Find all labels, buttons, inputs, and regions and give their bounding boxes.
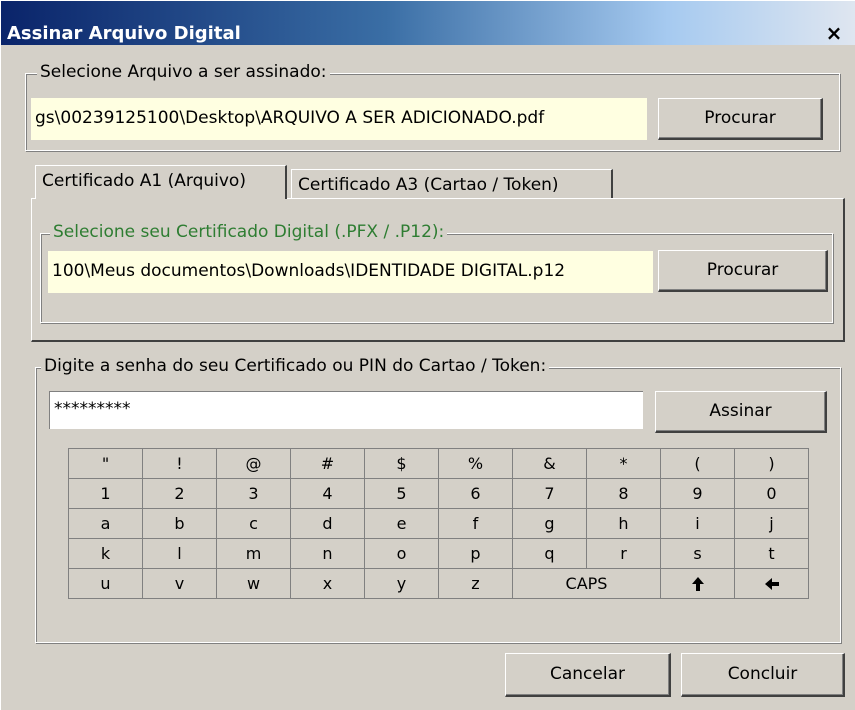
key-k[interactable]: k	[69, 539, 143, 569]
key-f[interactable]: f	[439, 509, 513, 539]
tab-certificado-a1[interactable]: Certificado A1 (Arquivo)	[35, 165, 287, 199]
key-d[interactable]: d	[291, 509, 365, 539]
key-2[interactable]: 2	[143, 479, 217, 509]
virtual-keyboard: " ! @ # $ % & * ( ) 1 2 3 4 5 6 7 8 9 0 …	[68, 448, 809, 599]
tab-certificado-a3[interactable]: Certificado A3 (Cartao / Token)	[291, 169, 613, 199]
key-8[interactable]: 8	[587, 479, 661, 509]
key-l[interactable]: l	[143, 539, 217, 569]
key-x[interactable]: x	[291, 569, 365, 599]
key-j[interactable]: j	[735, 509, 809, 539]
key-z[interactable]: z	[439, 569, 513, 599]
key-w[interactable]: w	[217, 569, 291, 599]
key-open-paren[interactable]: (	[661, 449, 735, 479]
key-n[interactable]: n	[291, 539, 365, 569]
key-e[interactable]: e	[365, 509, 439, 539]
key-backspace-arrow-icon[interactable]	[735, 569, 809, 599]
key-b[interactable]: b	[143, 509, 217, 539]
key-dollar[interactable]: $	[365, 449, 439, 479]
cert-path-field[interactable]: 100\Meus documentos\Downloads\IDENTIDADE…	[48, 251, 653, 293]
key-p[interactable]: p	[439, 539, 513, 569]
key-percent[interactable]: %	[439, 449, 513, 479]
key-a[interactable]: a	[69, 509, 143, 539]
file-browse-button[interactable]: Procurar	[658, 98, 823, 140]
window-title: Assinar Arquivo Digital	[7, 23, 241, 44]
key-q[interactable]: q	[513, 539, 587, 569]
title-bar[interactable]: Assinar Arquivo Digital ×	[1, 1, 855, 45]
file-group-legend: Selecione Arquivo a ser assinado:	[37, 62, 330, 82]
key-3[interactable]: 3	[217, 479, 291, 509]
key-m[interactable]: m	[217, 539, 291, 569]
dialog-window: Assinar Arquivo Digital × Selecione Arqu…	[0, 0, 855, 710]
key-9[interactable]: 9	[661, 479, 735, 509]
close-icon[interactable]: ×	[819, 21, 849, 45]
key-up-arrow-icon[interactable]	[661, 569, 735, 599]
key-hash[interactable]: #	[291, 449, 365, 479]
key-exclamation[interactable]: !	[143, 449, 217, 479]
key-ampersand[interactable]: &	[513, 449, 587, 479]
up-arrow-icon	[691, 577, 704, 591]
key-v[interactable]: v	[143, 569, 217, 599]
sign-button[interactable]: Assinar	[655, 391, 827, 433]
key-caps[interactable]: CAPS	[513, 569, 661, 599]
cert-browse-button[interactable]: Procurar	[658, 250, 828, 292]
file-path-field[interactable]: gs\00239125100\Desktop\ARQUIVO A SER ADI…	[31, 98, 647, 140]
key-c[interactable]: c	[217, 509, 291, 539]
cert-group-legend: Selecione seu Certificado Digital (.PFX …	[50, 222, 448, 242]
key-quote[interactable]: "	[69, 449, 143, 479]
key-g[interactable]: g	[513, 509, 587, 539]
key-7[interactable]: 7	[513, 479, 587, 509]
key-t[interactable]: t	[735, 539, 809, 569]
key-y[interactable]: y	[365, 569, 439, 599]
key-s[interactable]: s	[661, 539, 735, 569]
cancel-button[interactable]: Cancelar	[505, 653, 671, 697]
key-0[interactable]: 0	[735, 479, 809, 509]
key-1[interactable]: 1	[69, 479, 143, 509]
finish-button[interactable]: Concluir	[681, 653, 845, 697]
key-h[interactable]: h	[587, 509, 661, 539]
key-at[interactable]: @	[217, 449, 291, 479]
key-5[interactable]: 5	[365, 479, 439, 509]
key-4[interactable]: 4	[291, 479, 365, 509]
left-arrow-icon	[764, 578, 779, 590]
password-input[interactable]: *********	[49, 391, 643, 429]
key-u[interactable]: u	[69, 569, 143, 599]
key-asterisk[interactable]: *	[587, 449, 661, 479]
key-6[interactable]: 6	[439, 479, 513, 509]
key-close-paren[interactable]: )	[735, 449, 809, 479]
key-o[interactable]: o	[365, 539, 439, 569]
key-r[interactable]: r	[587, 539, 661, 569]
key-i[interactable]: i	[661, 509, 735, 539]
password-group-legend: Digite a senha do seu Certificado ou PIN…	[41, 356, 550, 376]
